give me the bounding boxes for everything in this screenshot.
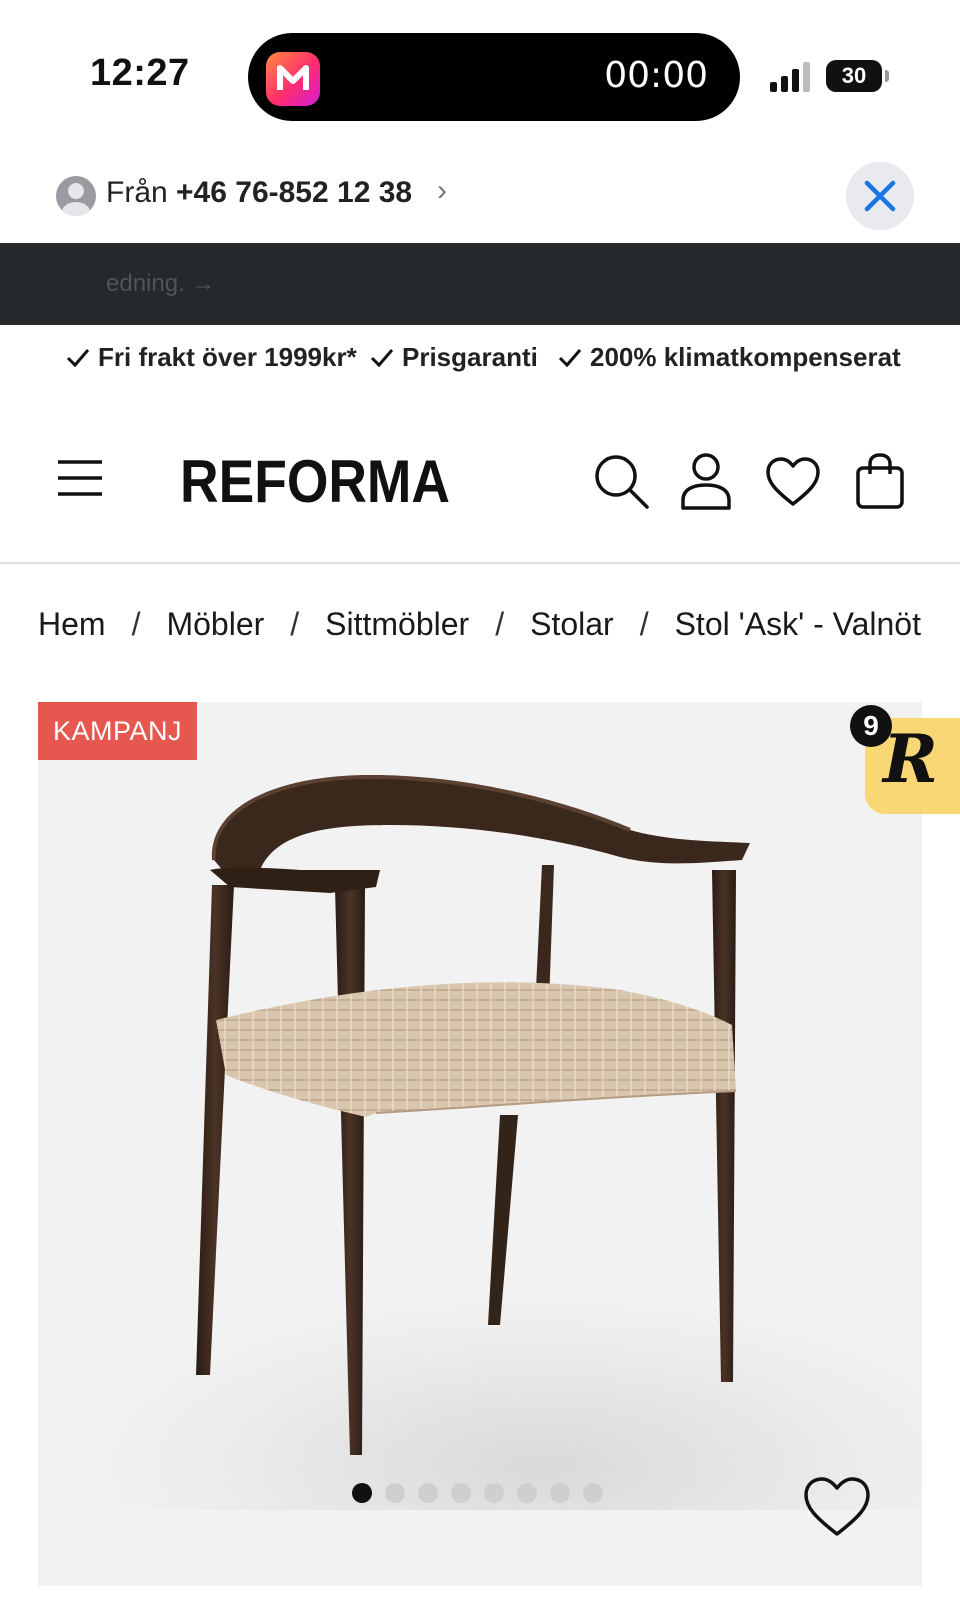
notification-count-badge: 9 [850, 705, 892, 747]
usp-label: Prisgaranti [402, 342, 538, 372]
menu-icon[interactable] [56, 458, 104, 498]
usp-row: Fri frakt över 1999kr* Prisgaranti 200% … [0, 342, 960, 382]
checkmark-icon [66, 348, 90, 367]
logo-text: REFORMA [180, 448, 450, 512]
from-label: Från [106, 176, 168, 209]
phone-number: +46 76-852 12 38 [176, 176, 413, 209]
live-activity-timer: 00:00 [604, 55, 708, 96]
cellular-signal-icon [770, 62, 810, 92]
breadcrumb-separator: / [495, 606, 505, 642]
chair-product-photo [196, 775, 750, 1455]
breadcrumb-current: Stol 'Ask' - Valnöt [674, 606, 921, 642]
usp-climate: 200% klimatkompenserat [558, 342, 901, 373]
carousel-dot[interactable] [583, 1483, 603, 1503]
breadcrumb-item[interactable]: Sittmöbler [325, 606, 469, 643]
usp-label: Fri frakt över 1999kr* [98, 342, 357, 372]
checkmark-icon [370, 348, 394, 367]
breadcrumb: Hem / Möbler / Sittmöbler / Stolar / Stol 'Ask' … [38, 606, 922, 646]
usp-label: 200% klimatkompenserat [590, 342, 901, 372]
carousel-dot[interactable] [352, 1483, 372, 1503]
usp-price-guarantee: Prisgaranti [370, 342, 538, 373]
add-to-wishlist-heart-icon[interactable] [802, 1476, 872, 1538]
heart-icon[interactable] [765, 456, 821, 508]
reforma-logo[interactable]: REFORMA [180, 448, 450, 512]
close-icon [864, 180, 896, 212]
campaign-badge: KAMPANJ [38, 702, 198, 760]
carousel-dot[interactable] [517, 1483, 537, 1503]
header-divider [0, 562, 960, 564]
status-time: 12:27 [90, 52, 190, 94]
r-widget-logo: R [883, 720, 938, 798]
checkmark-icon [558, 348, 582, 367]
usp-free-shipping: Fri frakt över 1999kr* [66, 342, 357, 373]
recorder-app-icon [266, 52, 320, 106]
call-header: Från +46 76-852 12 38 › [0, 150, 960, 242]
battery-indicator: 30 [826, 60, 882, 92]
breadcrumb-item[interactable]: Möbler [166, 606, 264, 643]
breadcrumb-item[interactable]: Stolar [530, 606, 614, 643]
dynamic-island[interactable]: 00:00 [248, 33, 740, 121]
person-icon [56, 176, 96, 216]
announcement-banner[interactable]: edning. → [0, 243, 960, 325]
carousel-dot[interactable] [418, 1483, 438, 1503]
banner-text: edning. → [106, 270, 216, 297]
battery-nub [885, 70, 889, 82]
caller-info[interactable]: Från +46 76-852 12 38 [106, 176, 412, 210]
carousel-dot[interactable] [385, 1483, 405, 1503]
breadcrumb-separator: / [639, 606, 649, 642]
shopping-bag-icon[interactable] [855, 452, 905, 510]
carousel-dot[interactable] [451, 1483, 471, 1503]
carousel-dot[interactable] [550, 1483, 570, 1503]
chevron-right-icon: › [437, 174, 447, 207]
user-icon[interactable] [680, 452, 732, 510]
search-icon[interactable] [592, 452, 650, 510]
breadcrumb-item[interactable]: Hem [38, 606, 106, 643]
breadcrumb-separator: / [290, 606, 300, 642]
carousel-dot[interactable] [484, 1483, 504, 1503]
close-button[interactable] [846, 162, 914, 230]
breadcrumb-separator: / [131, 606, 141, 642]
carousel-dots[interactable] [352, 1483, 603, 1503]
